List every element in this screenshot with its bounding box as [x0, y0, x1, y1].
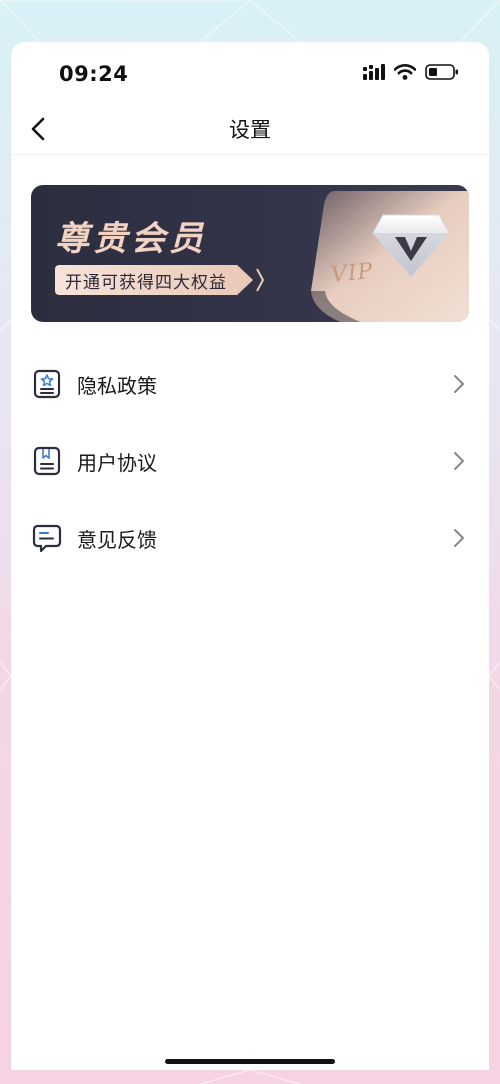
diamond-icon [372, 214, 450, 278]
chevron-right-icon [454, 529, 464, 547]
chevron-right-icon [256, 268, 264, 292]
vip-subtitle: 开通可获得四大权益 [65, 272, 227, 293]
feedback-icon [32, 524, 62, 553]
menu-item-user-agreement[interactable]: 用户协议 [11, 422, 489, 499]
vip-card-text: VIP [329, 258, 375, 289]
battery-icon [425, 64, 458, 80]
menu-item-label: 隐私政策 [77, 374, 157, 398]
privacy-policy-icon [33, 369, 61, 399]
menu-item-feedback[interactable]: 意见反馈 [11, 499, 489, 576]
user-agreement-icon [33, 446, 61, 476]
chevron-right-icon [454, 452, 464, 470]
wifi-icon [394, 64, 416, 80]
navigation-bar: 设置 [11, 104, 489, 155]
menu-item-label: 用户协议 [77, 451, 157, 475]
vip-membership-banner[interactable]: VIP 尊贵会员 开通可获得四大权益 [31, 185, 469, 322]
vip-title: 尊贵会员 [55, 219, 207, 259]
menu-item-privacy-policy[interactable]: 隐私政策 [11, 345, 489, 422]
signal-icon [363, 64, 385, 80]
home-indicator[interactable] [165, 1059, 335, 1064]
settings-menu-list: 隐私政策 用户协议 意见反馈 [11, 345, 489, 576]
status-bar: 09:24 [11, 42, 489, 104]
status-time: 09:24 [59, 62, 129, 86]
vip-benefits-pill: 开通可获得四大权益 [55, 265, 253, 295]
status-icons [363, 64, 459, 80]
menu-item-label: 意见反馈 [77, 528, 157, 552]
phone-screen: 09:24 设置 VIP 尊贵会员 开通可获得四大权益 隐私政策 用户协议 意见… [11, 42, 489, 1070]
chevron-right-icon [454, 375, 464, 393]
page-title: 设置 [229, 118, 271, 142]
